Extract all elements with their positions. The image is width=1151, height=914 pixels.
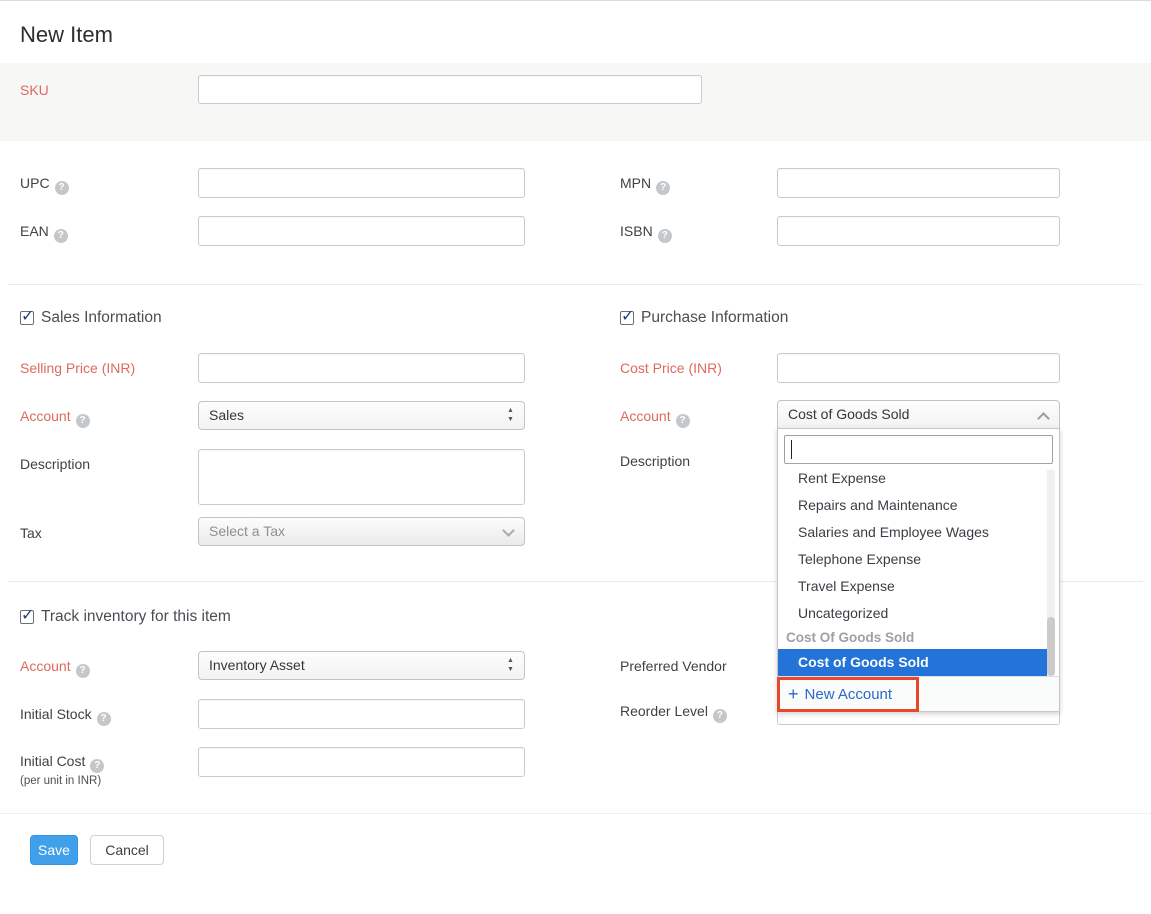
account-option[interactable]: Rent Expense [778,469,1059,492]
checkmark-icon: ✓ [21,605,34,625]
save-button[interactable]: Save [30,835,78,865]
page-title: New Item [20,22,113,48]
track-inventory-label: Track inventory for this item [41,608,231,626]
isbn-help-icon[interactable]: ? [658,229,672,243]
new-item-page: New Item SKU UPC? MPN? EAN? ISBN? ✓ Sale… [0,0,1151,914]
account-search-input[interactable] [784,435,1053,464]
ean-input[interactable] [198,216,525,246]
sales-account-value: Sales [209,407,244,423]
purchase-account-label: Account? [620,408,690,428]
cancel-button[interactable]: Cancel [90,835,164,865]
inventory-account-label: Account? [20,658,90,678]
dropdown-scrollbar[interactable] [1047,470,1055,676]
stepper-icon: ▲▼ [506,656,515,674]
initial-cost-note: (per unit in INR) [20,775,101,787]
initial-stock-label: Initial Stock? [20,706,111,726]
dropdown-scrollbar-thumb[interactable] [1047,617,1055,676]
checkmark-icon: ✓ [621,306,634,326]
account-group-header: Cost Of Goods Sold [778,627,1059,649]
initial-stock-help-icon[interactable]: ? [97,712,111,726]
new-account-label: New Account [805,686,893,703]
track-inventory-checkbox[interactable]: ✓ [20,610,34,624]
initial-cost-label: Initial Cost? [20,753,104,773]
mpn-help-icon[interactable]: ? [656,181,670,195]
initial-stock-input[interactable] [198,699,525,729]
account-option[interactable]: Telephone Expense [778,546,1059,573]
account-option[interactable]: Uncategorized [778,600,1059,627]
account-options-list: Rent Expense Repairs and Maintenance Sal… [778,469,1059,676]
ean-label: EAN? [20,223,68,243]
account-option[interactable]: Repairs and Maintenance [778,492,1059,519]
purchase-description-label: Description [620,453,690,469]
sales-information-checkbox[interactable]: ✓ [20,311,34,325]
chevron-down-icon [504,526,513,535]
upc-input[interactable] [198,168,525,198]
plus-icon: + [788,684,799,704]
purchase-information-checkbox[interactable]: ✓ [620,311,634,325]
account-option[interactable]: Salaries and Employee Wages [778,519,1059,546]
cost-price-input[interactable] [777,353,1060,383]
ean-help-icon[interactable]: ? [54,229,68,243]
inventory-account-select[interactable]: Inventory Asset ▲▼ [198,651,525,680]
purchase-information-label: Purchase Information [641,309,788,327]
new-account-button[interactable]: + New Account [778,676,1059,711]
upc-help-icon[interactable]: ? [55,181,69,195]
tax-value: Select a Tax [209,523,285,539]
mpn-label: MPN? [620,175,670,195]
account-option[interactable]: Travel Expense [778,573,1059,600]
sku-label: SKU [20,82,49,98]
upc-label: UPC? [20,175,69,195]
section-divider [8,284,1143,285]
sales-information-label: Sales Information [41,309,162,327]
stepper-icon: ▲▼ [506,406,515,424]
chevron-up-icon [1039,414,1048,423]
isbn-input[interactable] [777,216,1060,246]
account-option-selected[interactable]: Cost of Goods Sold [778,649,1049,676]
checkmark-icon: ✓ [21,306,34,326]
sales-description-textarea[interactable] [198,449,525,505]
inventory-account-help-icon[interactable]: ? [76,664,90,678]
cost-price-label: Cost Price (INR) [620,360,722,376]
sales-description-label: Description [20,456,90,472]
selling-price-label: Selling Price (INR) [20,360,135,376]
mpn-input[interactable] [777,168,1060,198]
initial-cost-input[interactable] [198,747,525,777]
purchase-account-help-icon[interactable]: ? [676,414,690,428]
tax-label: Tax [20,525,42,541]
sales-account-label: Account? [20,408,90,428]
purchase-account-combobox[interactable]: Cost of Goods Sold [777,400,1060,429]
reorder-level-label: Reorder Level? [620,703,727,723]
text-cursor [791,440,792,459]
initial-cost-help-icon[interactable]: ? [90,759,104,773]
isbn-label: ISBN? [620,223,672,243]
sku-input[interactable] [198,75,702,104]
selling-price-input[interactable] [198,353,525,383]
sales-account-select[interactable]: Sales ▲▼ [198,401,525,430]
purchase-account-value: Cost of Goods Sold [788,406,909,422]
reorder-level-help-icon[interactable]: ? [713,709,727,723]
inventory-account-value: Inventory Asset [209,657,305,673]
footer-divider [0,813,1151,814]
tax-select[interactable]: Select a Tax [198,517,525,546]
preferred-vendor-label: Preferred Vendor [620,658,727,674]
account-dropdown-panel: Rent Expense Repairs and Maintenance Sal… [777,428,1060,712]
sales-account-help-icon[interactable]: ? [76,414,90,428]
